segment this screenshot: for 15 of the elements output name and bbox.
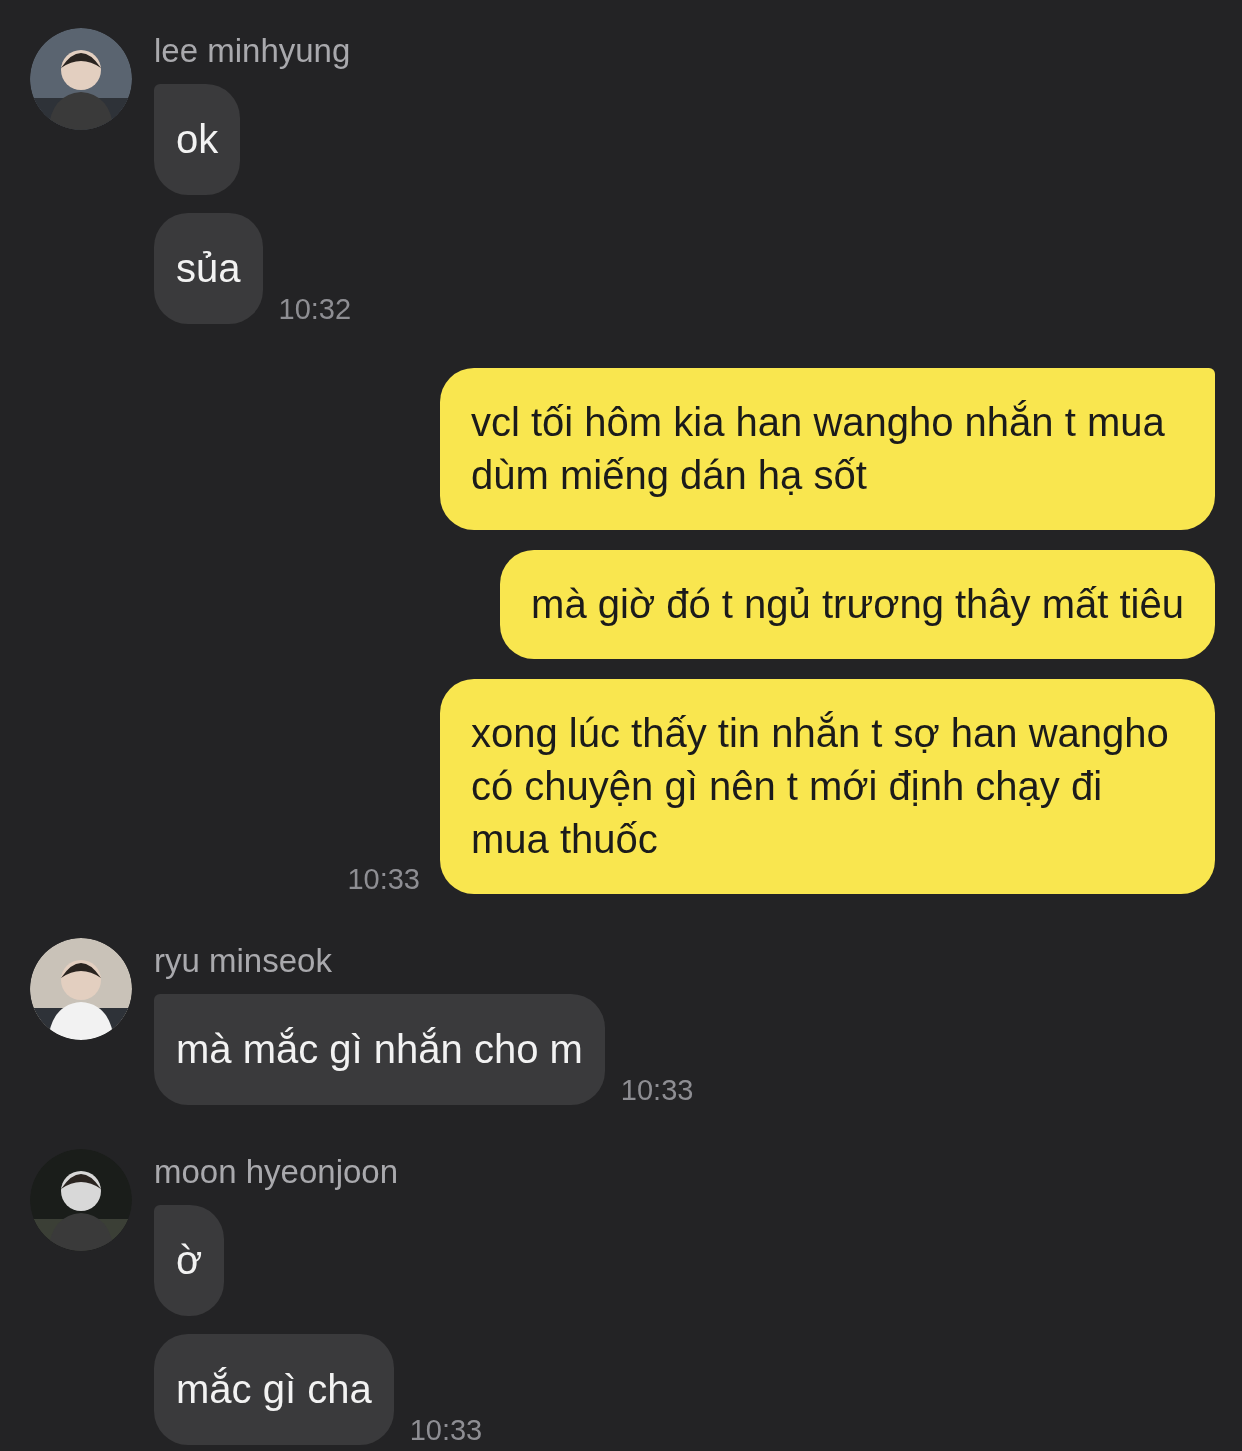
sender-name: ryu minseok bbox=[154, 942, 333, 980]
message-bubble: ok bbox=[154, 84, 241, 195]
message-time: 10:33 bbox=[409, 1416, 483, 1445]
message-time: 10:32 bbox=[278, 295, 352, 324]
sender-name: lee minhyung bbox=[154, 32, 352, 70]
message-bubble: xong lúc thấy tin nhắn t sợ han wangho có chuyện gì nên t mới định chạy đi mua thuốc bbox=[440, 679, 1215, 894]
message-bubble: ờ bbox=[154, 1205, 225, 1316]
message-bubble: mắc gì cha bbox=[154, 1334, 394, 1445]
message-bubble: mà giờ đó t ngủ trương thây mất tiêu bbox=[500, 550, 1215, 659]
message-time: 10:33 bbox=[620, 1076, 694, 1105]
message-bubble: vcl tối hôm kia han wangho nhắn t mua dùm miếng dán hạ sốt bbox=[440, 368, 1215, 530]
sender-name: moon hyeonjoon bbox=[154, 1153, 400, 1191]
message-bubble: mà mắc gì nhắn cho m bbox=[154, 994, 605, 1105]
message-bubble: sủa bbox=[154, 213, 263, 324]
message-time: 10:33 bbox=[347, 865, 420, 894]
